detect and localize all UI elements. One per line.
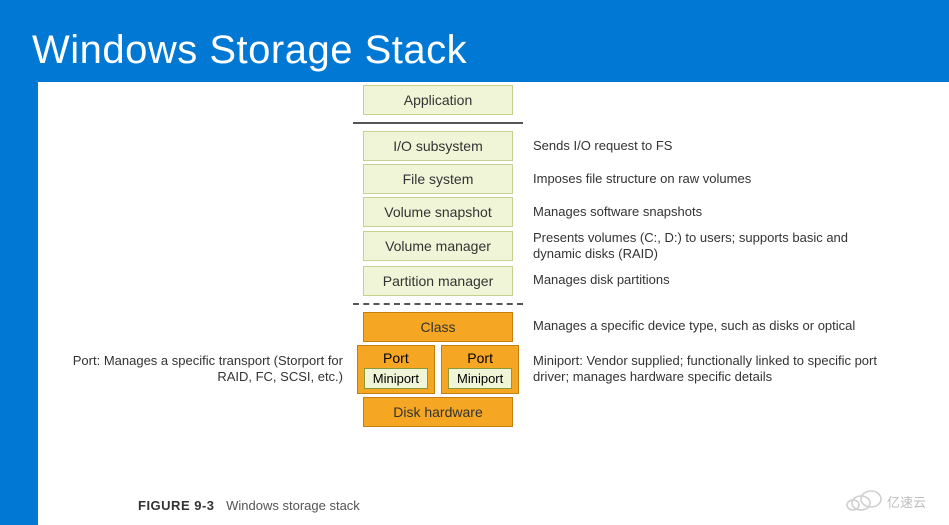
layer-io-subsystem: I/O subsystem Sends I/O request to FS (38, 131, 949, 161)
desc-io-subsystem: Sends I/O request to FS (523, 138, 883, 154)
slide: Windows Storage Stack Application I/O su… (0, 0, 949, 525)
box-partition-manager: Partition manager (363, 266, 513, 296)
desc-file-system: Imposes file structure on raw volumes (523, 171, 883, 187)
layer-application: Application (38, 85, 949, 115)
layer-disk-hardware: Disk hardware (38, 397, 949, 427)
box-volume-manager: Volume manager (363, 231, 513, 261)
layer-class: Class Manages a specific device type, su… (38, 312, 949, 342)
content-area: Application I/O subsystem Sends I/O requ… (38, 82, 949, 525)
box-miniport-1: Miniport (364, 368, 428, 389)
watermark-logo: 亿速云 (843, 485, 933, 517)
box-port-1: Port Miniport (357, 345, 435, 394)
desc-miniport-right: Miniport: Vendor supplied; functionally … (523, 353, 883, 386)
watermark-text: 亿速云 (887, 495, 926, 510)
port-label-2: Port (448, 350, 512, 366)
desc-partition-manager: Manages disk partitions (523, 272, 883, 288)
box-miniport-2: Miniport (448, 368, 512, 389)
dashed-separator (353, 303, 523, 305)
solid-separator (353, 122, 523, 124)
cloud-icon: 亿速云 (843, 485, 933, 517)
box-disk-hardware: Disk hardware (363, 397, 513, 427)
desc-class: Manages a specific device type, such as … (523, 318, 883, 334)
box-io-subsystem: I/O subsystem (363, 131, 513, 161)
layer-port-miniport: Port: Manages a specific transport (Stor… (38, 345, 949, 394)
layer-partition-manager: Partition manager Manages disk partition… (38, 266, 949, 296)
box-volume-snapshot: Volume snapshot (363, 197, 513, 227)
desc-port-left: Port: Manages a specific transport (Stor… (38, 353, 353, 386)
figure-number: FIGURE 9-3 (138, 498, 215, 513)
separator-dashed (38, 299, 949, 309)
desc-volume-manager: Presents volumes (C:, D:) to users; supp… (523, 230, 883, 263)
layer-file-system: File system Imposes file structure on ra… (38, 164, 949, 194)
layer-volume-snapshot: Volume snapshot Manages software snapsho… (38, 197, 949, 227)
port-label-1: Port (364, 350, 428, 366)
figure-text: Windows storage stack (226, 498, 360, 513)
desc-volume-snapshot: Manages software snapshots (523, 204, 883, 220)
box-class: Class (363, 312, 513, 342)
box-application: Application (363, 85, 513, 115)
box-file-system: File system (363, 164, 513, 194)
separator-solid-1 (38, 118, 949, 128)
figure-caption: FIGURE 9-3 Windows storage stack (138, 498, 360, 513)
box-port-2: Port Miniport (441, 345, 519, 394)
slide-title: Windows Storage Stack (0, 0, 949, 73)
diagram: Application I/O subsystem Sends I/O requ… (38, 82, 949, 430)
layer-volume-manager: Volume manager Presents volumes (C:, D:)… (38, 230, 949, 263)
